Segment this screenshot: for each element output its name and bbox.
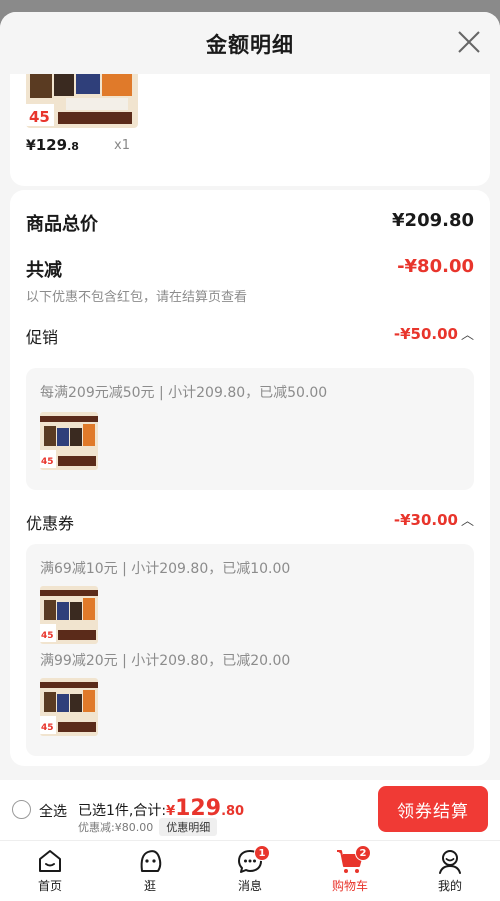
sheet-title: 金额明细 — [206, 33, 294, 57]
coupon-line: 满69减10元 | 小计209.80，已减10.00 — [40, 561, 291, 577]
total-row: 商品总价 ¥209.80 — [26, 210, 474, 236]
total-label: 商品总价 — [26, 214, 98, 235]
product-qty: x1 — [114, 138, 130, 153]
promo-line: 每满209元减50元 | 小计209.80，已减50.00 — [40, 385, 328, 401]
home-icon — [39, 850, 61, 872]
select-all-radio[interactable] — [12, 800, 31, 819]
thumb-badge: 45 — [41, 631, 54, 641]
sheet-header: 金额明细 — [0, 12, 500, 74]
discount-text: 优惠减:¥80.00 — [78, 821, 154, 834]
product-thumbnail: 45 — [40, 412, 98, 470]
cart-badge: 2 — [355, 845, 371, 861]
coupon-value[interactable]: -¥30.00 ︿ — [394, 510, 474, 529]
amount-currency: ¥ — [166, 804, 176, 819]
coupon-line: 满99减20元 | 小计209.80，已减20.00 — [40, 653, 291, 669]
reduce-note: 以下优惠不包含红包，请在结算页查看 — [26, 290, 248, 305]
promo-detail-box: 每满209元减50元 | 小计209.80，已减50.00 45 — [26, 368, 474, 490]
price-summary-card: 商品总价 ¥209.80 共减 -¥80.00 以下优惠不包含红包，请在结算页查… — [10, 190, 490, 766]
tab-browse[interactable]: 逛 — [115, 847, 185, 894]
tab-home[interactable]: 首页 — [15, 847, 85, 894]
checkout-bar: 全选 已选1件,合计:¥129.80 优惠减:¥80.00 优惠明细 领券结算 — [0, 780, 500, 840]
tab-cart[interactable]: 2 购物车 — [315, 845, 385, 894]
tab-label: 购物车 — [331, 879, 368, 893]
promo-label: 促销 — [26, 328, 59, 347]
promo-value[interactable]: -¥50.00 ︿ — [394, 324, 474, 343]
product-thumbnail: 45 — [40, 678, 98, 736]
chevron-up-icon: ︿ — [460, 514, 474, 529]
tab-label: 逛 — [143, 879, 156, 893]
discount-line: 优惠减:¥80.00 优惠明细 — [78, 818, 218, 836]
close-icon[interactable] — [456, 29, 482, 55]
discount-detail-button[interactable]: 优惠明细 — [159, 818, 218, 836]
thumb-badge: 45 — [41, 723, 54, 733]
tab-profile[interactable]: 我的 — [415, 847, 485, 894]
amount-detail-sheet: 金额明细 45 ¥129.8 x1 商品总价 ¥209.80 共减 -¥80.0… — [0, 12, 500, 901]
tab-label: 我的 — [437, 879, 462, 893]
thumb-badge: 45 — [41, 457, 54, 467]
promo-row[interactable]: 促销 -¥50.00 ︿ — [26, 324, 474, 348]
price-integer: 129 — [35, 136, 68, 154]
bottom-tab-bar: 首页 逛 1 消息 2 购物车 我的 — [0, 840, 500, 901]
price-currency: ¥ — [26, 138, 36, 154]
price-decimal: .8 — [67, 140, 79, 153]
selected-prefix: 已选1件,合计: — [78, 803, 167, 819]
amount-decimal: .80 — [221, 804, 245, 819]
chevron-up-icon: ︿ — [460, 328, 474, 343]
profile-icon — [439, 850, 461, 874]
tab-label: 首页 — [37, 879, 62, 893]
checkout-button[interactable]: 领券结算 — [378, 786, 488, 832]
reduce-value: -¥80.00 — [397, 256, 474, 277]
tab-label: 消息 — [237, 879, 262, 893]
reduce-row: 共减 -¥80.00 — [26, 256, 474, 282]
total-value: ¥209.80 — [392, 210, 474, 231]
badge-text: 45 — [29, 108, 50, 126]
message-badge: 1 — [254, 845, 270, 861]
coupon-label: 优惠券 — [26, 514, 75, 533]
product-image[interactable]: 45 — [26, 74, 138, 128]
promo-amount: -¥50.00 — [393, 325, 458, 343]
coupon-detail-box: 满69减10元 | 小计209.80，已减10.00 45 满99减20元 | … — [26, 544, 474, 756]
product-thumbnail: 45 — [40, 586, 98, 644]
reduce-label: 共减 — [26, 260, 62, 281]
coupon-row[interactable]: 优惠券 -¥30.00 ︿ — [26, 510, 474, 534]
coupon-amount: -¥30.00 — [393, 511, 458, 529]
face-icon — [140, 850, 162, 872]
product-price: ¥129.8 — [26, 136, 79, 154]
tab-messages[interactable]: 1 消息 — [215, 845, 285, 894]
product-card: 45 ¥129.8 x1 — [10, 74, 490, 186]
select-all-label[interactable]: 全选 — [39, 801, 67, 821]
